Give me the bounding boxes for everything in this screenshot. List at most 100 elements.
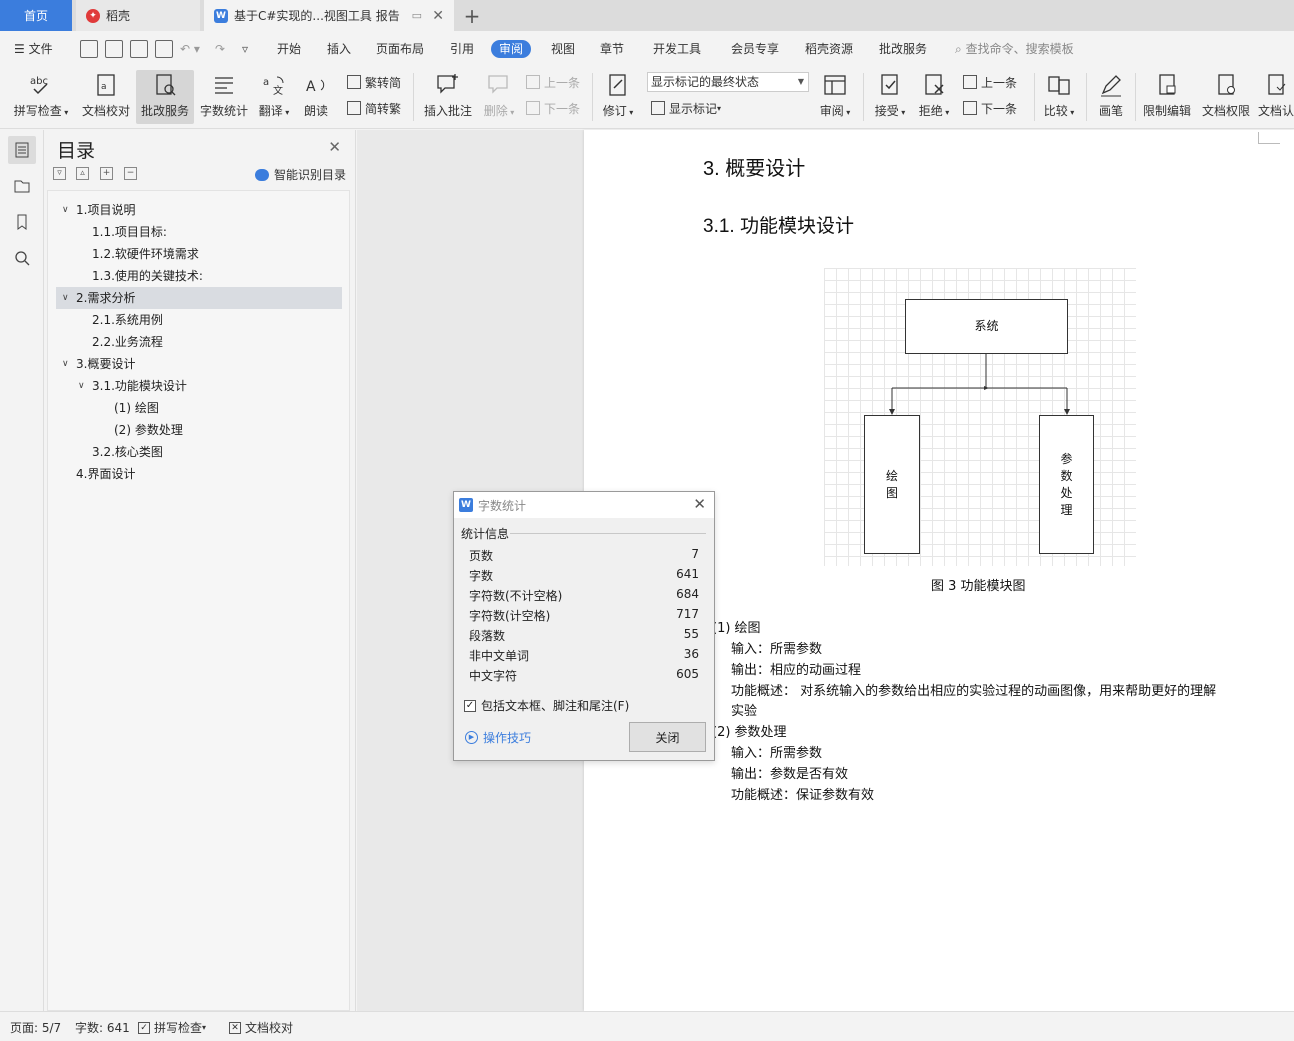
doc-line: 输出：参数是否有效	[731, 767, 849, 782]
track-changes-button[interactable]: 修订 ▾	[600, 70, 636, 124]
toc-item[interactable]: 1.1.项目目标:	[56, 221, 342, 243]
toc-item[interactable]: 1.3.使用的关键技术:	[56, 265, 342, 287]
toc-item[interactable]: (1) 绘图	[56, 397, 342, 419]
menu-correction[interactable]: 批改服务	[879, 40, 927, 58]
page-indicator[interactable]: 页面: 5/7	[10, 1019, 61, 1036]
next-comment-button[interactable]: 下一条	[526, 98, 580, 118]
toc-item[interactable]: 2.1.系统用例	[56, 309, 342, 331]
proofread-button[interactable]: a 文档校对	[80, 70, 132, 124]
toc-item[interactable]: ∨ 2.需求分析	[56, 287, 342, 309]
word-count-icon	[215, 77, 233, 94]
stats-group-label: 统计信息	[461, 527, 510, 541]
tab-document[interactable]: W 基于C#实现的...视图工具 报告 ▭ ✕	[204, 0, 454, 31]
redo-icon[interactable]: ↷	[215, 40, 225, 58]
menu-developer[interactable]: 开发工具	[653, 40, 701, 58]
include-textbox-checkbox[interactable]: ✓ 包括文本框、脚注和尾注(F)	[464, 697, 629, 714]
doc-cert-button[interactable]: 文档认	[1258, 70, 1294, 124]
file-menu[interactable]: ☰ 文件	[14, 40, 53, 58]
customize-qa-icon[interactable]: ▿	[242, 40, 248, 58]
collapse-all-icon[interactable]: ▿	[53, 167, 66, 180]
compare-button[interactable]: 比较 ▾	[1040, 70, 1078, 124]
menu-start[interactable]: 开始	[277, 40, 301, 58]
proofread-icon: ✕	[229, 1021, 241, 1034]
insert-comment-button[interactable]: 插入批注	[421, 70, 475, 124]
play-icon: ▶	[465, 731, 478, 744]
add-heading-icon[interactable]: +	[100, 167, 113, 180]
svg-text:a: a	[101, 82, 107, 92]
menu-membership[interactable]: 会员专享	[731, 40, 779, 58]
status-spell-check[interactable]: ✓ 拼写检查 ▾	[138, 1019, 206, 1036]
word-count-button[interactable]: 字数统计	[198, 70, 250, 124]
close-icon[interactable]: ✕	[328, 138, 341, 156]
trad-to-simp-button[interactable]: 繁转简	[347, 72, 401, 92]
stat-row: 段落数 55	[469, 627, 699, 643]
save-icon[interactable]	[80, 40, 98, 58]
menu-review[interactable]: 审阅	[491, 40, 532, 58]
close-tab-icon[interactable]: ✕	[432, 8, 444, 24]
diagram-node-params: 参 数 处 理	[1039, 415, 1094, 554]
status-proofread[interactable]: ✕ 文档校对	[229, 1019, 293, 1036]
pin-icon[interactable]: ▭	[412, 9, 422, 22]
search-pane-button[interactable]	[8, 244, 36, 272]
doc-permission-button[interactable]: 文档权限	[1200, 70, 1252, 124]
chapter-icon	[14, 180, 30, 193]
toc-item[interactable]: ∨ 1.项目说明	[56, 199, 342, 221]
toc-item[interactable]: ∨ 3.1.功能模块设计	[56, 375, 342, 397]
simp-to-trad-button[interactable]: 简转繁	[347, 98, 401, 118]
translate-button[interactable]: a文 翻译 ▾	[255, 70, 293, 124]
markup-state-select[interactable]: 显示标记的最终状态 ▼	[647, 72, 809, 92]
diagram-node-draw: 绘 图	[864, 415, 920, 554]
menu-layout[interactable]: 页面布局	[376, 40, 424, 58]
prev-comment-button[interactable]: 上一条	[526, 72, 580, 92]
read-aloud-button[interactable]: A 朗读	[298, 70, 334, 124]
word-count-indicator[interactable]: 字数: 641	[75, 1019, 130, 1036]
chapter-pane-button[interactable]	[8, 172, 36, 200]
tips-link[interactable]: ▶ 操作技巧	[465, 729, 531, 746]
remove-heading-icon[interactable]: −	[124, 167, 137, 180]
menu-daoke-resources[interactable]: 稻壳资源	[805, 40, 853, 58]
new-tab-button[interactable]: +	[460, 0, 484, 31]
checkmark-icon: ✓	[464, 699, 476, 712]
toc-item[interactable]: ∨ 3.概要设计	[56, 353, 342, 375]
close-icon[interactable]: ✕	[693, 495, 706, 513]
toc-item[interactable]: 4.界面设计	[56, 463, 342, 485]
accept-button[interactable]: 接受 ▾	[871, 70, 909, 124]
menu-references[interactable]: 引用	[450, 40, 474, 58]
command-search[interactable]: ⌕ 查找命令、搜索模板	[955, 40, 1074, 57]
undo-icon[interactable]: ↶ ▾	[180, 40, 200, 58]
show-markup-button[interactable]: 显示标记 ▾	[651, 98, 721, 118]
spell-check-button[interactable]: abc 拼写检查 ▾	[10, 70, 72, 124]
restrict-edit-button[interactable]: 限制编辑	[1141, 70, 1193, 124]
review-pane-icon	[824, 75, 846, 95]
menu-view[interactable]: 视图	[551, 40, 575, 58]
correction-service-button[interactable]: 批改服务	[136, 70, 194, 124]
compare-icon	[1048, 76, 1070, 95]
menu-chapter[interactable]: 章节	[600, 40, 624, 58]
dialog-titlebar[interactable]: W 字数统计 ✕	[454, 492, 714, 518]
bookmark-pane-button[interactable]	[8, 208, 36, 236]
smart-toc-button[interactable]: 智能识别目录	[255, 166, 346, 183]
track-changes-icon	[609, 74, 626, 96]
prev-change-button[interactable]: 上一条	[963, 72, 1017, 92]
next-change-button[interactable]: 下一条	[963, 98, 1017, 118]
divider	[510, 533, 706, 534]
export-pdf-icon[interactable]	[105, 40, 123, 58]
tab-home[interactable]: 首页	[0, 0, 72, 31]
toc-pane-button[interactable]	[8, 136, 36, 164]
print-icon[interactable]	[130, 40, 148, 58]
toc-item[interactable]: (2) 参数处理	[56, 419, 342, 441]
toc-item[interactable]: 1.2.软硬件环境需求	[56, 243, 342, 265]
print-preview-icon[interactable]	[155, 40, 173, 58]
show-markup-icon	[651, 101, 665, 115]
toc-item[interactable]: 3.2.核心类图	[56, 441, 342, 463]
pen-button[interactable]: 画笔	[1094, 70, 1128, 124]
toc-item[interactable]: 2.2.业务流程	[56, 331, 342, 353]
reject-button[interactable]: 拒绝 ▾	[915, 70, 953, 124]
tab-daoke[interactable]: ✦ 稻壳	[76, 0, 200, 31]
tab-document-label: 基于C#实现的...视图工具 报告	[234, 9, 400, 23]
close-button[interactable]: 关闭	[629, 722, 706, 752]
menu-insert[interactable]: 插入	[327, 40, 351, 58]
review-pane-button[interactable]: 审阅 ▾	[816, 70, 854, 124]
delete-comment-button[interactable]: 删除 ▾	[480, 70, 518, 124]
expand-all-icon[interactable]: ▵	[76, 167, 89, 180]
